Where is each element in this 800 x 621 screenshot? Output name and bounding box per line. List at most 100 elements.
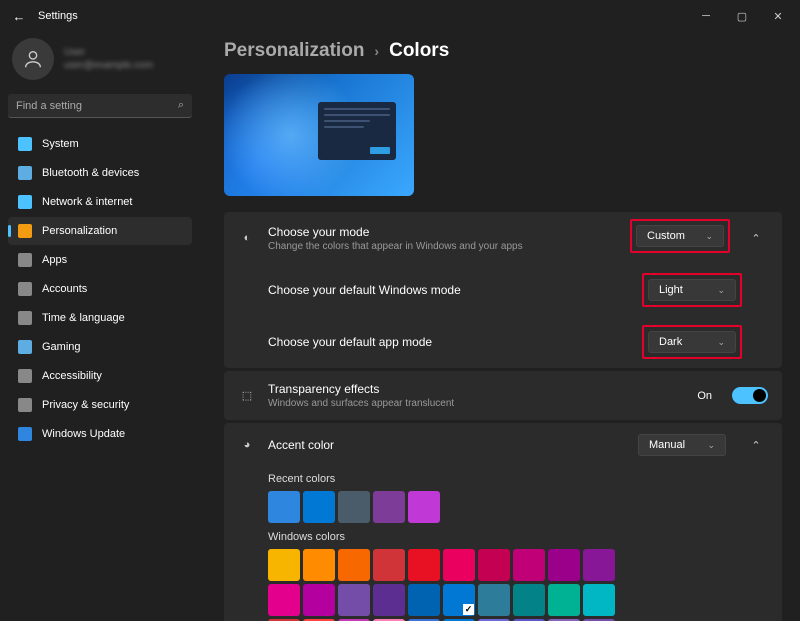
color-swatch[interactable] xyxy=(548,549,580,581)
transparency-toggle[interactable] xyxy=(732,387,768,404)
transparency-icon: ⬚ xyxy=(238,389,256,402)
nav-item-windows-update[interactable]: Windows Update xyxy=(8,420,192,448)
nav-item-apps[interactable]: Apps xyxy=(8,246,192,274)
accent-title: Accent color xyxy=(268,438,626,452)
search-input[interactable] xyxy=(16,100,178,112)
transparency-title: Transparency effects xyxy=(268,382,685,396)
back-button[interactable]: ← xyxy=(4,9,34,24)
nav-label: Bluetooth & devices xyxy=(42,167,139,179)
close-button[interactable]: ✕ xyxy=(760,2,796,30)
nav-item-privacy-security[interactable]: Privacy & security xyxy=(8,391,192,419)
color-swatch[interactable] xyxy=(373,584,405,616)
color-swatch[interactable] xyxy=(478,549,510,581)
color-swatch[interactable] xyxy=(478,584,510,616)
color-swatch[interactable] xyxy=(268,584,300,616)
nav-item-bluetooth-devices[interactable]: Bluetooth & devices xyxy=(8,159,192,187)
color-swatch[interactable] xyxy=(513,549,545,581)
breadcrumb-parent[interactable]: Personalization xyxy=(224,40,364,62)
transparency-state: On xyxy=(697,390,712,402)
chevron-down-icon: ⌄ xyxy=(705,231,713,242)
nav-label: Network & internet xyxy=(42,196,132,208)
app-mode-dropdown[interactable]: Dark⌄ xyxy=(648,331,736,353)
nav-icon xyxy=(18,340,32,354)
palette-icon: ◕ xyxy=(238,439,256,451)
accent-mode-dropdown[interactable]: Manual⌄ xyxy=(638,434,726,456)
nav-item-time-language[interactable]: Time & language xyxy=(8,304,192,332)
highlighted-controls: Custom⌄ xyxy=(630,219,730,253)
windows-colors-label: Windows colors xyxy=(268,531,782,543)
maximize-button[interactable]: ▢ xyxy=(724,2,760,30)
color-swatch[interactable] xyxy=(303,491,335,523)
nav-icon xyxy=(18,195,32,209)
color-swatch[interactable] xyxy=(408,491,440,523)
collapse-button[interactable]: ⌃ xyxy=(744,232,768,245)
nav-icon xyxy=(18,427,32,441)
mode-card: ◐ Choose your mode Change the colors tha… xyxy=(224,212,782,368)
chevron-down-icon: ⌄ xyxy=(717,337,725,348)
color-swatch[interactable] xyxy=(373,549,405,581)
color-swatch[interactable] xyxy=(338,584,370,616)
sidebar: User user@example.com ⌕ System Bluetooth … xyxy=(0,32,200,621)
nav-label: Accounts xyxy=(42,283,87,295)
transparency-card: ⬚ Transparency effects Windows and surfa… xyxy=(224,371,782,420)
color-swatch[interactable] xyxy=(373,491,405,523)
breadcrumb: Personalization › Colors xyxy=(224,40,782,62)
color-swatch[interactable] xyxy=(338,549,370,581)
breadcrumb-current: Colors xyxy=(389,40,449,62)
nav-label: Privacy & security xyxy=(42,399,129,411)
recent-colors xyxy=(268,491,782,523)
nav-item-accounts[interactable]: Accounts xyxy=(8,275,192,303)
nav-list: System Bluetooth & devices Network & inter… xyxy=(8,130,192,448)
profile-text: User user@example.com xyxy=(64,46,153,72)
chevron-down-icon: ⌄ xyxy=(707,440,715,451)
nav-item-system[interactable]: System xyxy=(8,130,192,158)
color-swatch[interactable] xyxy=(583,549,615,581)
avatar xyxy=(12,38,54,80)
color-swatch[interactable] xyxy=(548,584,580,616)
color-swatch[interactable] xyxy=(443,549,475,581)
color-swatch[interactable] xyxy=(408,584,440,616)
recent-colors-label: Recent colors xyxy=(268,473,782,485)
color-swatch[interactable] xyxy=(268,549,300,581)
nav-item-gaming[interactable]: Gaming xyxy=(8,333,192,361)
mode-dropdown[interactable]: Custom⌄ xyxy=(636,225,724,247)
color-swatch[interactable] xyxy=(268,491,300,523)
search-box[interactable]: ⌕ xyxy=(8,94,192,118)
color-swatch[interactable] xyxy=(443,584,475,616)
color-swatch[interactable] xyxy=(513,584,545,616)
app-title: Settings xyxy=(38,10,78,22)
windows-mode-label: Choose your default Windows mode xyxy=(268,283,642,297)
windows-mode-dropdown[interactable]: Light⌄ xyxy=(648,279,736,301)
nav-item-personalization[interactable]: Personalization xyxy=(8,217,192,245)
nav-icon xyxy=(18,369,32,383)
nav-label: Time & language xyxy=(42,312,125,324)
nav-icon xyxy=(18,166,32,180)
accent-card: ◕ Accent color Manual⌄ ⌃ Recent colors W… xyxy=(224,423,782,621)
app-mode-label: Choose your default app mode xyxy=(268,335,642,349)
nav-item-accessibility[interactable]: Accessibility xyxy=(8,362,192,390)
nav-icon xyxy=(18,253,32,267)
brush-icon: ◐ xyxy=(238,232,256,244)
profile-block[interactable]: User user@example.com xyxy=(12,38,188,80)
mode-title: Choose your mode xyxy=(268,225,618,239)
nav-label: Apps xyxy=(42,254,67,266)
main-content: Personalization › Colors ◐ Choose your m… xyxy=(200,32,800,621)
color-swatch[interactable] xyxy=(408,549,440,581)
minimize-button[interactable]: ─ xyxy=(688,2,724,30)
nav-label: Gaming xyxy=(42,341,81,353)
nav-icon xyxy=(18,137,32,151)
color-swatch[interactable] xyxy=(303,584,335,616)
color-swatch[interactable] xyxy=(583,584,615,616)
color-swatch[interactable] xyxy=(338,491,370,523)
collapse-button[interactable]: ⌃ xyxy=(744,439,768,452)
nav-item-network-internet[interactable]: Network & internet xyxy=(8,188,192,216)
nav-icon xyxy=(18,311,32,325)
search-icon: ⌕ xyxy=(178,99,184,112)
theme-preview xyxy=(224,74,414,196)
chevron-right-icon: › xyxy=(374,43,379,59)
nav-icon xyxy=(18,224,32,238)
color-swatch[interactable] xyxy=(303,549,335,581)
chevron-down-icon: ⌄ xyxy=(717,285,725,296)
nav-icon xyxy=(18,398,32,412)
nav-label: Accessibility xyxy=(42,370,102,382)
